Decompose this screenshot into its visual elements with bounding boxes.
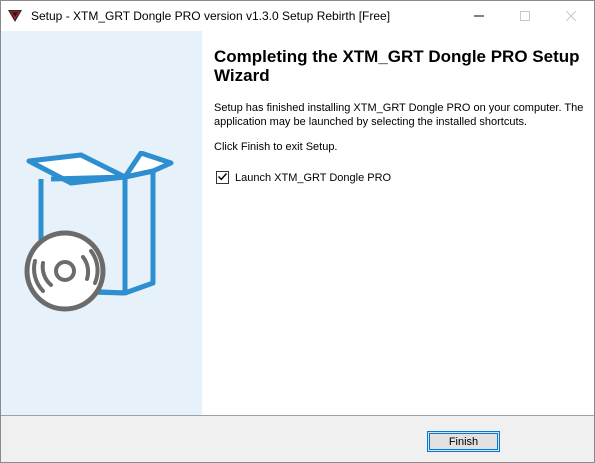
minimize-button[interactable] bbox=[456, 1, 502, 31]
finish-button[interactable]: Finish bbox=[427, 431, 500, 452]
title-bar[interactable]: Setup - XTM_GRT Dongle PRO version v1.3.… bbox=[1, 1, 594, 31]
window-title: Setup - XTM_GRT Dongle PRO version v1.3.… bbox=[31, 9, 391, 23]
software-box-with-disc-icon bbox=[21, 150, 181, 331]
wizard-sidebar bbox=[1, 31, 202, 415]
shield-logo-icon bbox=[7, 9, 23, 23]
launch-checkbox-label[interactable]: Launch XTM_GRT Dongle PRO bbox=[235, 172, 391, 184]
wizard-footer: Finish bbox=[1, 416, 594, 462]
maximize-icon bbox=[520, 11, 530, 21]
setup-wizard-window: Setup - XTM_GRT Dongle PRO version v1.3.… bbox=[0, 0, 595, 463]
maximize-button[interactable] bbox=[502, 1, 548, 31]
close-button[interactable] bbox=[548, 1, 594, 31]
page-title: Completing the XTM_GRT Dongle PRO Setup … bbox=[214, 47, 580, 85]
launch-checkbox[interactable] bbox=[216, 171, 229, 184]
close-icon bbox=[566, 11, 576, 21]
launch-app-option[interactable]: Launch XTM_GRT Dongle PRO bbox=[216, 171, 391, 184]
checkmark-icon bbox=[217, 169, 228, 187]
exit-instruction: Click Finish to exit Setup. bbox=[214, 141, 338, 153]
minimize-icon bbox=[474, 11, 484, 21]
wizard-content: Completing the XTM_GRT Dongle PRO Setup … bbox=[202, 31, 594, 415]
completion-description: Setup has finished installing XTM_GRT Do… bbox=[214, 102, 584, 128]
